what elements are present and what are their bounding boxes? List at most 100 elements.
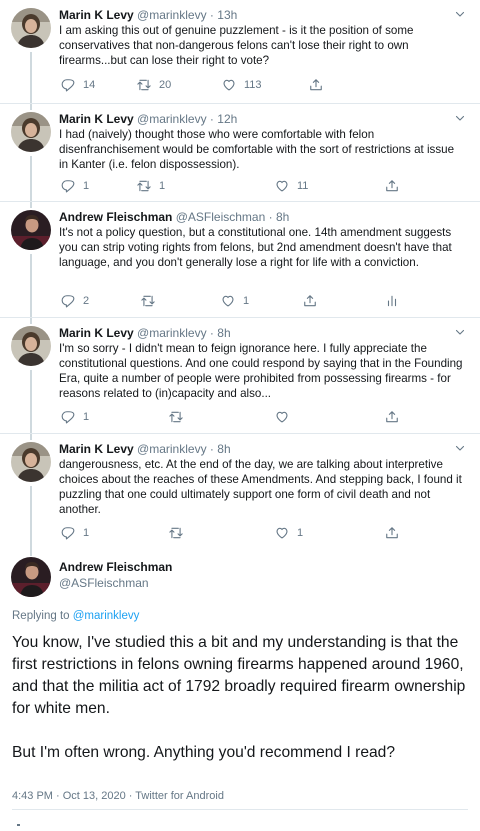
reply-count: 14 [83, 79, 96, 91]
like-count: 1 [243, 295, 250, 307]
partial-icon [17, 824, 20, 826]
chevron-down-icon[interactable] [454, 442, 466, 454]
retweet-count: 20 [159, 79, 172, 91]
author-handle[interactable]: @marinklevy [137, 8, 207, 22]
tweet-actions: 1 1 11 [59, 179, 464, 195]
tweet-actions: 2 1 [59, 294, 464, 310]
separator-dot: · [209, 442, 214, 456]
chevron-down-icon[interactable] [454, 8, 466, 20]
author-name[interactable]: Marin K Levy [59, 112, 134, 126]
separator-dot: · [209, 8, 214, 22]
like-button[interactable]: 1 [221, 294, 249, 308]
avatar[interactable] [11, 8, 51, 48]
retweet-icon [137, 78, 151, 92]
like-count: 1 [297, 527, 304, 539]
tweet-actions: 1 1 [59, 526, 464, 542]
analytics-button[interactable] [385, 294, 399, 308]
like-button[interactable]: 11 [275, 179, 308, 193]
analytics-icon [385, 294, 399, 308]
tweet-header: Marin K Levy @marinklevy · 12h [59, 111, 237, 127]
timestamp[interactable]: 13h [217, 8, 237, 22]
tweet-text: dangerousness, etc. At the end of the da… [59, 458, 462, 516]
like-icon [275, 179, 289, 193]
like-button[interactable] [275, 410, 289, 424]
reply-icon [61, 294, 75, 308]
reply-icon [61, 410, 75, 424]
chevron-down-icon[interactable] [454, 112, 466, 124]
separator-dot: · [209, 112, 214, 126]
like-button[interactable]: 113 [222, 78, 262, 92]
avatar[interactable] [11, 442, 51, 482]
share-icon [385, 410, 399, 424]
reply-count: 2 [83, 295, 90, 307]
tweet-header: Andrew Fleischman @ASFleischman · 8h [59, 209, 289, 225]
reply-button[interactable]: 1 [61, 410, 89, 424]
retweet-button[interactable]: 1 [137, 179, 165, 193]
author-name[interactable]: Andrew Fleischman [59, 560, 172, 574]
thread-tweet[interactable]: Marin K Levy @marinklevy · 13h I am aski… [0, 0, 480, 104]
reply-icon [61, 179, 75, 193]
retweet-button[interactable] [141, 294, 155, 308]
author-handle[interactable]: @marinklevy [137, 112, 207, 126]
like-button[interactable]: 1 [275, 526, 303, 540]
thread-tweet[interactable]: Marin K Levy @marinklevy · 8h I'm so sor… [0, 318, 480, 434]
share-icon [385, 526, 399, 540]
like-icon [275, 410, 289, 424]
reply-icon [61, 78, 75, 92]
share-button[interactable] [303, 294, 317, 308]
author-handle[interactable]: @ASFleischman [176, 210, 266, 224]
timestamp[interactable]: 8h [217, 326, 230, 340]
avatar[interactable] [11, 210, 51, 250]
tweet-text: It's not a policy question, but a consti… [59, 226, 452, 269]
author-handle[interactable]: @marinklevy [137, 442, 207, 456]
thread-tweet[interactable]: Andrew Fleischman @ASFleischman · 8h It'… [0, 202, 480, 318]
replying-to-label: Replying to [12, 610, 73, 622]
retweet-button[interactable]: 20 [137, 78, 171, 92]
author-name[interactable]: Marin K Levy [59, 326, 134, 340]
like-count: 11 [297, 180, 309, 192]
timestamp[interactable]: 8h [217, 442, 230, 456]
reply-button[interactable]: 14 [61, 78, 95, 92]
share-button[interactable] [309, 78, 323, 92]
tweet-metadata[interactable]: 4:43 PM · Oct 13, 2020 · Twitter for And… [12, 790, 224, 802]
reply-icon [61, 526, 75, 540]
reply-count: 1 [83, 180, 90, 192]
tweet-text: I had (naively) thought those who were c… [59, 128, 455, 171]
retweet-icon [141, 294, 155, 308]
share-button[interactable] [385, 526, 399, 540]
author-name[interactable]: Andrew Fleischman [59, 210, 172, 224]
timestamp[interactable]: 12h [217, 112, 237, 126]
thread-tweet[interactable]: Marin K Levy @marinklevy · 8h dangerousn… [0, 434, 480, 550]
author-handle[interactable]: @marinklevy [137, 326, 207, 340]
replying-to-link[interactable]: @marinklevy [73, 610, 140, 622]
separator-dot: · [209, 326, 214, 340]
retweet-button[interactable] [169, 526, 183, 540]
share-button[interactable] [385, 179, 399, 193]
chevron-down-icon[interactable] [454, 326, 466, 338]
like-icon [221, 294, 235, 308]
retweet-icon [169, 526, 183, 540]
tweet-header: Marin K Levy @marinklevy · 8h [59, 441, 231, 457]
like-count: 113 [244, 79, 262, 91]
reply-count: 1 [83, 527, 90, 539]
avatar[interactable] [11, 112, 51, 152]
reply-button[interactable]: 1 [61, 179, 89, 193]
reply-button[interactable]: 1 [61, 526, 89, 540]
retweet-icon [137, 179, 151, 193]
reply-button[interactable]: 2 [61, 294, 89, 308]
author-handle[interactable]: @ASFleischman [59, 576, 149, 590]
share-button[interactable] [385, 410, 399, 424]
avatar[interactable] [11, 326, 51, 366]
tweet-header: Marin K Levy @marinklevy · 13h [59, 7, 237, 23]
like-icon [222, 78, 236, 92]
author-name[interactable]: Marin K Levy [59, 8, 134, 22]
share-icon [385, 179, 399, 193]
author-name[interactable]: Marin K Levy [59, 442, 134, 456]
share-icon [309, 78, 323, 92]
avatar[interactable] [11, 557, 51, 597]
retweet-button[interactable] [169, 410, 183, 424]
thread-tweet[interactable]: Marin K Levy @marinklevy · 12h I had (na… [0, 104, 480, 202]
retweet-count: 1 [159, 180, 166, 192]
divider [12, 809, 468, 810]
timestamp[interactable]: 8h [276, 210, 289, 224]
